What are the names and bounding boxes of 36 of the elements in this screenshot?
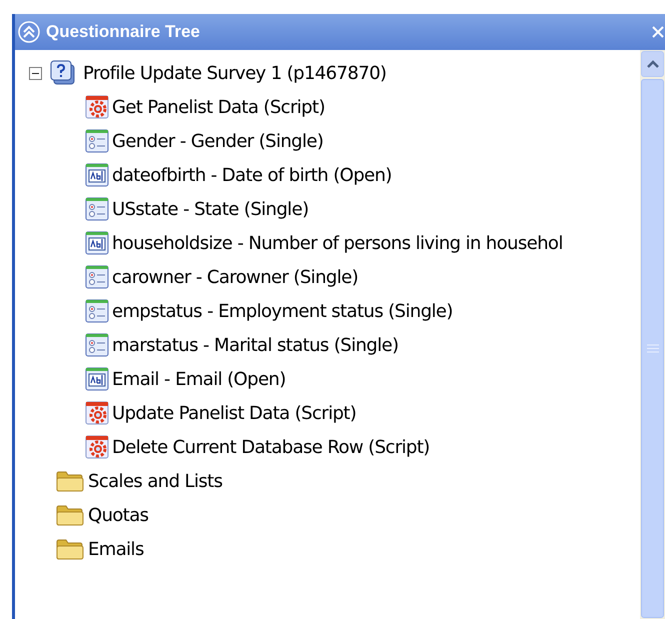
folder-icon xyxy=(55,503,85,527)
tree-item[interactable]: USstate - State (Single) xyxy=(112,196,308,222)
folder-icon xyxy=(55,537,85,561)
tree-item[interactable]: dateofbirth - Date of birth (Open) xyxy=(112,162,392,188)
tree-item[interactable]: householdsize - Number of persons living in househol xyxy=(112,230,563,256)
radio-list-icon xyxy=(85,265,109,289)
tree-item[interactable]: Emails xyxy=(88,536,144,562)
caret-up-icon xyxy=(646,60,660,68)
tree-item[interactable]: Scales and Lists xyxy=(88,468,222,494)
tree-item[interactable]: Delete Current Database Row (Script) xyxy=(112,434,430,460)
text-field-icon xyxy=(85,163,109,187)
close-icon[interactable] xyxy=(651,25,665,39)
tree-item[interactable]: carowner - Carowner (Single) xyxy=(112,264,358,290)
tree-item[interactable]: Email - Email (Open) xyxy=(112,366,286,392)
tree-item[interactable]: Profile Update Survey 1 (p1467870) xyxy=(83,60,386,86)
folder-icon xyxy=(55,469,85,493)
tree-item[interactable]: Gender - Gender (Single) xyxy=(112,128,324,154)
radio-list-icon xyxy=(85,333,109,357)
radio-list-icon xyxy=(85,129,109,153)
gear-icon xyxy=(85,95,109,119)
panel-title: Questionnaire Tree xyxy=(46,21,200,44)
tree-item[interactable]: empstatus - Employment status (Single) xyxy=(112,298,453,324)
tree-item[interactable]: Get Panelist Data (Script) xyxy=(112,94,325,120)
text-field-icon xyxy=(85,231,109,255)
radio-list-icon xyxy=(85,197,109,221)
tree-item[interactable]: marstatus - Marital status (Single) xyxy=(112,332,398,358)
grip-icon xyxy=(646,344,658,353)
tree-item[interactable]: Update Panelist Data (Script) xyxy=(112,400,356,426)
gear-icon xyxy=(85,401,109,425)
text-field-icon xyxy=(85,367,109,391)
tree-item[interactable]: Quotas xyxy=(88,502,148,528)
scroll-up-button[interactable] xyxy=(641,51,664,77)
radio-list-icon xyxy=(85,299,109,323)
collapse-toggle-icon[interactable] xyxy=(29,66,42,80)
gear-icon xyxy=(85,435,109,459)
collapse-icon[interactable] xyxy=(18,21,40,43)
